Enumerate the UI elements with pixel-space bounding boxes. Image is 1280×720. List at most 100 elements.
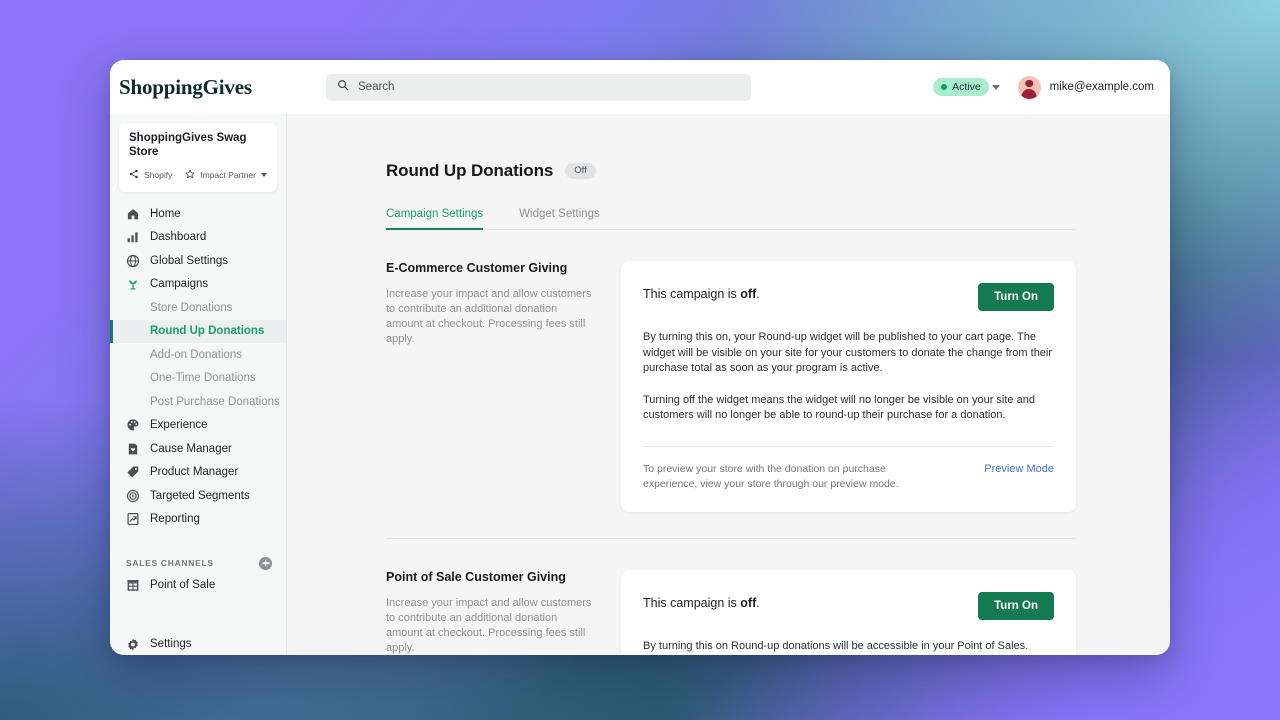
store-card[interactable]: ShoppingGives Swag Store Shopify Impact … (119, 123, 277, 192)
card-paragraph-2: Turning off the widget means the widget … (643, 393, 1035, 422)
storefront-icon (126, 578, 140, 592)
turn-on-button[interactable]: Turn On (978, 283, 1054, 311)
sidebar-subitem-add-on-donations[interactable]: Add-on Donations (110, 343, 286, 367)
sidebar-item-dashboard[interactable]: Dashboard (110, 226, 286, 250)
sidebar-item-settings[interactable]: Settings (110, 633, 286, 656)
globe-icon (126, 254, 140, 268)
add-sales-channel-button[interactable] (259, 556, 272, 570)
card-paragraph-1: By turning this on Round-up donations wi… (643, 639, 1029, 652)
sidebar-item-home[interactable]: Home (110, 202, 286, 226)
bar-chart-icon (126, 230, 140, 244)
status-prefix: This campaign is (643, 595, 741, 610)
app-body: ShoppingGives Swag Store Shopify Impact … (110, 114, 1170, 655)
sidebar-item-label: Home (150, 207, 181, 220)
store-platform: Shopify (144, 170, 173, 180)
section-title: E-Commerce Customer Giving (386, 261, 568, 275)
avatar (1017, 75, 1041, 99)
store-name: ShoppingGives Swag Store (129, 132, 247, 158)
section-description-column: Point of Sale Customer Giving Increase y… (386, 570, 621, 656)
sidebar-item-global-settings[interactable]: Global Settings (110, 249, 286, 273)
sidebar: ShoppingGives Swag Store Shopify Impact … (110, 114, 287, 655)
sidebar-subitem-label: Add-on Donations (150, 348, 243, 361)
sidebar-item-label: Reporting (150, 513, 200, 526)
sidebar-item-label: Dashboard (150, 231, 207, 244)
card-header: This campaign is off. Turn On (643, 591, 1054, 620)
status-dropdown[interactable]: Active (933, 78, 1000, 96)
preview-description: To preview your store with the donation … (643, 462, 899, 490)
status-label: Active (952, 81, 981, 93)
sidebar-subitem-label: Round Up Donations (150, 325, 265, 338)
search-placeholder: Search (358, 81, 395, 93)
top-bar: ShoppingGives Search Active mike@example… (110, 60, 1170, 114)
sidebar-subitem-label: Store Donations (150, 301, 233, 314)
status-badge: Off (565, 163, 596, 179)
status-value: off (740, 595, 757, 610)
section-description: Increase your impact and allow customers… (386, 596, 592, 654)
preview-mode-link[interactable]: Preview Mode (984, 462, 1054, 475)
section-ecommerce-customer-giving: E-Commerce Customer Giving Increase your… (386, 230, 1076, 512)
tab-campaign-settings[interactable]: Campaign Settings (386, 208, 484, 230)
store-partner: Impact Partner (200, 170, 256, 180)
status-dot-icon (941, 84, 948, 90)
app-window: ShoppingGives Search Active mike@example… (110, 60, 1170, 655)
sidebar-item-label: Point of Sale (150, 578, 216, 591)
sidebar-item-label: Targeted Segments (150, 489, 250, 502)
chevron-down-icon (991, 84, 1000, 90)
search-input[interactable]: Search (326, 73, 751, 101)
sidebar-subitem-post-purchase-donations[interactable]: Post Purchase Donations (110, 390, 286, 414)
section-title: Point of Sale Customer Giving (386, 569, 566, 584)
sidebar-item-label: Product Manager (150, 466, 239, 479)
preview-row: To preview your store with the donation … (643, 462, 1054, 492)
status-suffix: . (756, 595, 760, 610)
app-logo[interactable]: ShoppingGives (110, 75, 286, 100)
target-icon (126, 489, 140, 503)
chevron-down-icon[interactable] (261, 173, 267, 177)
sidebar-item-experience[interactable]: Experience (110, 414, 286, 438)
section-description: Increase your impact and allow customers… (386, 288, 592, 345)
sidebar-item-cause-manager[interactable]: Cause Manager (110, 437, 286, 461)
campaign-status-text: This campaign is off. (643, 592, 760, 610)
sidebar-item-point-of-sale[interactable]: Point of Sale (110, 573, 286, 597)
card-header: This campaign is off. Turn On (643, 283, 1054, 311)
sidebar-nav: Home Dashboard Global Settings Campaigns… (110, 200, 286, 655)
tab-widget-settings[interactable]: Widget Settings (519, 208, 600, 229)
sidebar-item-product-manager[interactable]: Product Manager (110, 461, 286, 485)
sidebar-subitem-one-time-donations[interactable]: One-Time Donations (110, 367, 286, 391)
status-prefix: This campaign is (643, 287, 741, 301)
palette-icon (126, 418, 140, 432)
cause-heart-icon (126, 442, 140, 456)
sales-channels-title: SALES CHANNELS (126, 558, 214, 568)
share-icon (129, 166, 139, 184)
main-content: Round Up Donations Off Campaign Settings… (287, 114, 1170, 655)
sidebar-subitem-label: Post Purchase Donations (150, 395, 280, 408)
turn-on-button[interactable]: Turn On (978, 591, 1054, 620)
sidebar-subitem-store-donations[interactable]: Store Donations (110, 296, 286, 320)
sidebar-item-label: Global Settings (150, 254, 228, 267)
tag-icon (126, 465, 140, 479)
sprout-icon (126, 277, 140, 291)
sidebar-item-targeted-segments[interactable]: Targeted Segments (110, 484, 286, 508)
campaign-status-text: This campaign is off. (643, 283, 760, 301)
account-email: mike@example.com (1049, 81, 1154, 93)
sales-channels-header: SALES CHANNELS (110, 553, 286, 573)
sidebar-item-campaigns[interactable]: Campaigns (110, 273, 286, 297)
topbar-right: Active mike@example.com (933, 75, 1154, 99)
sidebar-item-reporting[interactable]: Reporting (110, 508, 286, 532)
sidebar-item-label: Cause Manager (150, 442, 232, 455)
page-header: Round Up Donations Off (386, 161, 1170, 181)
section-point-of-sale-customer-giving: Point of Sale Customer Giving Increase y… (386, 537, 1076, 656)
account-menu[interactable]: mike@example.com (1017, 75, 1154, 99)
tab-bar: Campaign Settings Widget Settings (386, 208, 1076, 230)
sidebar-subitem-round-up-donations[interactable]: Round Up Donations (110, 319, 286, 343)
home-icon (126, 207, 140, 221)
status-badge: Active (933, 78, 989, 96)
sidebar-item-label: Settings (150, 638, 192, 651)
sidebar-item-label: Experience (150, 419, 208, 432)
sidebar-subitem-label: One-Time Donations (150, 372, 256, 385)
star-icon (185, 166, 195, 184)
search-icon (337, 78, 349, 96)
sidebar-item-label: Campaigns (150, 278, 209, 291)
section-description-column: E-Commerce Customer Giving Increase your… (386, 261, 621, 512)
status-value: off (740, 287, 757, 301)
divider (643, 445, 1054, 447)
